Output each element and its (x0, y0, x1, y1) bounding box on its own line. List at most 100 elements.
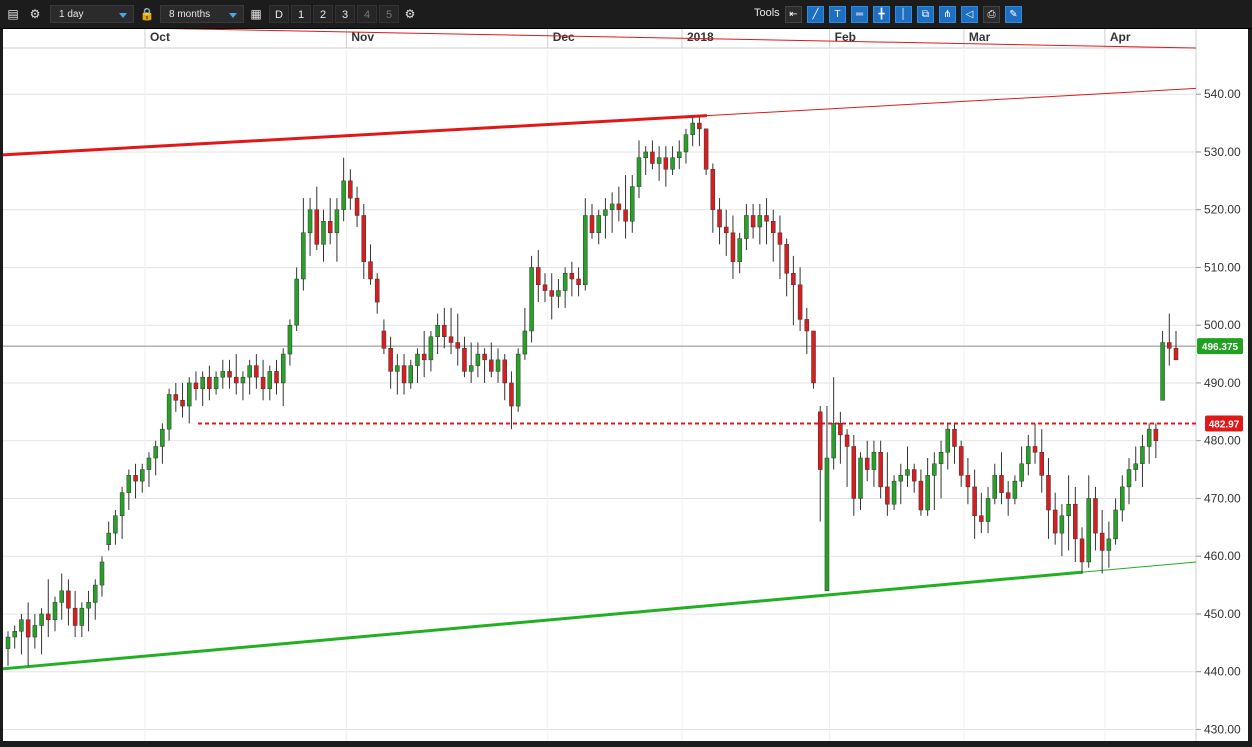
candle-body-up (93, 584, 98, 603)
candle-body-down (207, 376, 212, 389)
candle-body-down (549, 290, 554, 297)
channel-tool-icon[interactable]: ⧉ (917, 6, 934, 23)
period-button-5[interactable]: 5 (379, 5, 399, 23)
candle-body-down (233, 376, 239, 384)
candle-body-up (583, 215, 588, 286)
lock-icon[interactable]: 🔒 (138, 5, 156, 23)
candle-body-up (938, 452, 944, 465)
chart-settings-icon[interactable]: ⚙ (401, 5, 419, 23)
candle-body-down (804, 319, 810, 332)
period-button-1[interactable]: 1 (291, 5, 311, 23)
candle-body-up (562, 272, 568, 291)
candle-body-up (529, 267, 534, 332)
candle-body-up (744, 215, 749, 239)
candle-body-down (811, 330, 816, 384)
candle-body-down (851, 446, 857, 499)
candle-body-up (166, 394, 172, 430)
candle-body-down (46, 613, 51, 620)
support-level-badge: 482.97 (1205, 415, 1243, 432)
x-tick-label: 2018 (687, 30, 714, 44)
candle-body-down (1046, 475, 1051, 511)
candle-body-down (72, 607, 78, 626)
candle-body-up (5, 636, 11, 649)
fibonacci-tool-icon[interactable]: ⋔ (939, 6, 956, 23)
period-button-d[interactable]: D (269, 5, 289, 23)
candle-body-up (1059, 515, 1065, 534)
candle-body-up (556, 290, 561, 297)
candle-body-up (220, 371, 226, 378)
calendar-icon[interactable]: ▦ (247, 5, 265, 23)
candle-body-down (482, 353, 487, 361)
candle-body-down (979, 515, 984, 522)
candle-body-down (878, 452, 883, 488)
candle-body-up (515, 353, 521, 407)
vertical-line-tool-icon[interactable]: │ (895, 6, 912, 23)
candle-body-down (911, 469, 917, 482)
candle-body-down (348, 180, 353, 199)
candle (703, 128, 709, 176)
candle-body-up (186, 382, 192, 407)
candle-body-down (388, 348, 393, 372)
candle-body-down (952, 428, 957, 447)
candle-body-down (791, 272, 796, 286)
candle-body-down (918, 480, 924, 511)
menu-icon[interactable]: ▤ (4, 5, 22, 23)
candle-body-up (522, 330, 528, 355)
candle-body-down (536, 267, 541, 286)
candle-body-up (992, 475, 998, 499)
candle-body-up (905, 469, 910, 476)
back-arrow-icon[interactable]: ⇤ (785, 6, 802, 23)
candle-body-down (25, 619, 31, 638)
candle-body-up (287, 324, 293, 355)
candle-body-up (415, 353, 420, 366)
candle-body-down (885, 486, 890, 505)
candle-body-down (327, 221, 333, 234)
candle-body-down (254, 365, 259, 378)
candle-body-down (844, 434, 850, 447)
candle-body-up (1026, 446, 1031, 465)
candle-body-down (623, 209, 628, 222)
candle-body-up (985, 498, 991, 522)
eraser-tool-icon[interactable]: ✎ (1005, 6, 1022, 23)
interval-select[interactable]: 1 day (50, 5, 134, 23)
candle-body-up (86, 602, 91, 609)
candle-body-up (1113, 509, 1118, 540)
candle-body-down (717, 209, 722, 228)
y-tick-label: 480.00 (1204, 434, 1241, 448)
range-select[interactable]: 8 months (160, 5, 244, 23)
candle-body-up (267, 371, 273, 389)
shape-tool-icon[interactable]: ◁ (961, 6, 978, 23)
candle-body-down (442, 324, 447, 338)
candle-body-up (757, 215, 763, 228)
candle-body-down (1153, 428, 1159, 441)
y-tick-label: 510.00 (1204, 260, 1241, 274)
print-icon[interactable]: ⎙ (983, 6, 1000, 23)
candle-body-up (32, 625, 38, 638)
candle-body-down (589, 215, 595, 234)
candle-body-down (1079, 538, 1085, 563)
y-tick-label: 460.00 (1204, 549, 1241, 563)
line-tool-icon[interactable]: ╱ (807, 6, 824, 23)
x-tick-label: Apr (1110, 30, 1131, 44)
candle-body-up (630, 186, 635, 222)
y-tick-label: 500.00 (1204, 318, 1241, 332)
settings-gear-icon[interactable]: ⚙ (26, 5, 44, 23)
candle-body-down (650, 151, 655, 164)
y-tick-label: 430.00 (1204, 722, 1241, 736)
period-button-2[interactable]: 2 (313, 5, 333, 23)
crosshair-tool-icon[interactable]: ╋ (873, 6, 890, 23)
toolbar: ▤ ⚙ 1 day 🔒 8 months ▦ D 1 2 3 4 5 ⚙ Too… (0, 0, 1252, 29)
candle-body-up (831, 423, 836, 459)
candle-body-down (576, 278, 581, 286)
candle-body-down (455, 342, 460, 349)
period-button-4[interactable]: 4 (357, 5, 377, 23)
period-button-3[interactable]: 3 (335, 5, 355, 23)
horizontal-line-tool-icon[interactable]: ═ (851, 6, 868, 23)
candle-body-up (213, 376, 219, 389)
candle-body-up (408, 365, 414, 384)
candle-body-up (1126, 469, 1132, 488)
price-chart[interactable]: 430.00 440.00 450.00 460.00 470.00 480.00 490.… (0, 0, 1252, 747)
candle-body-up (932, 463, 937, 476)
candle-body-down (864, 457, 870, 470)
text-tool-icon[interactable]: T (829, 6, 846, 23)
